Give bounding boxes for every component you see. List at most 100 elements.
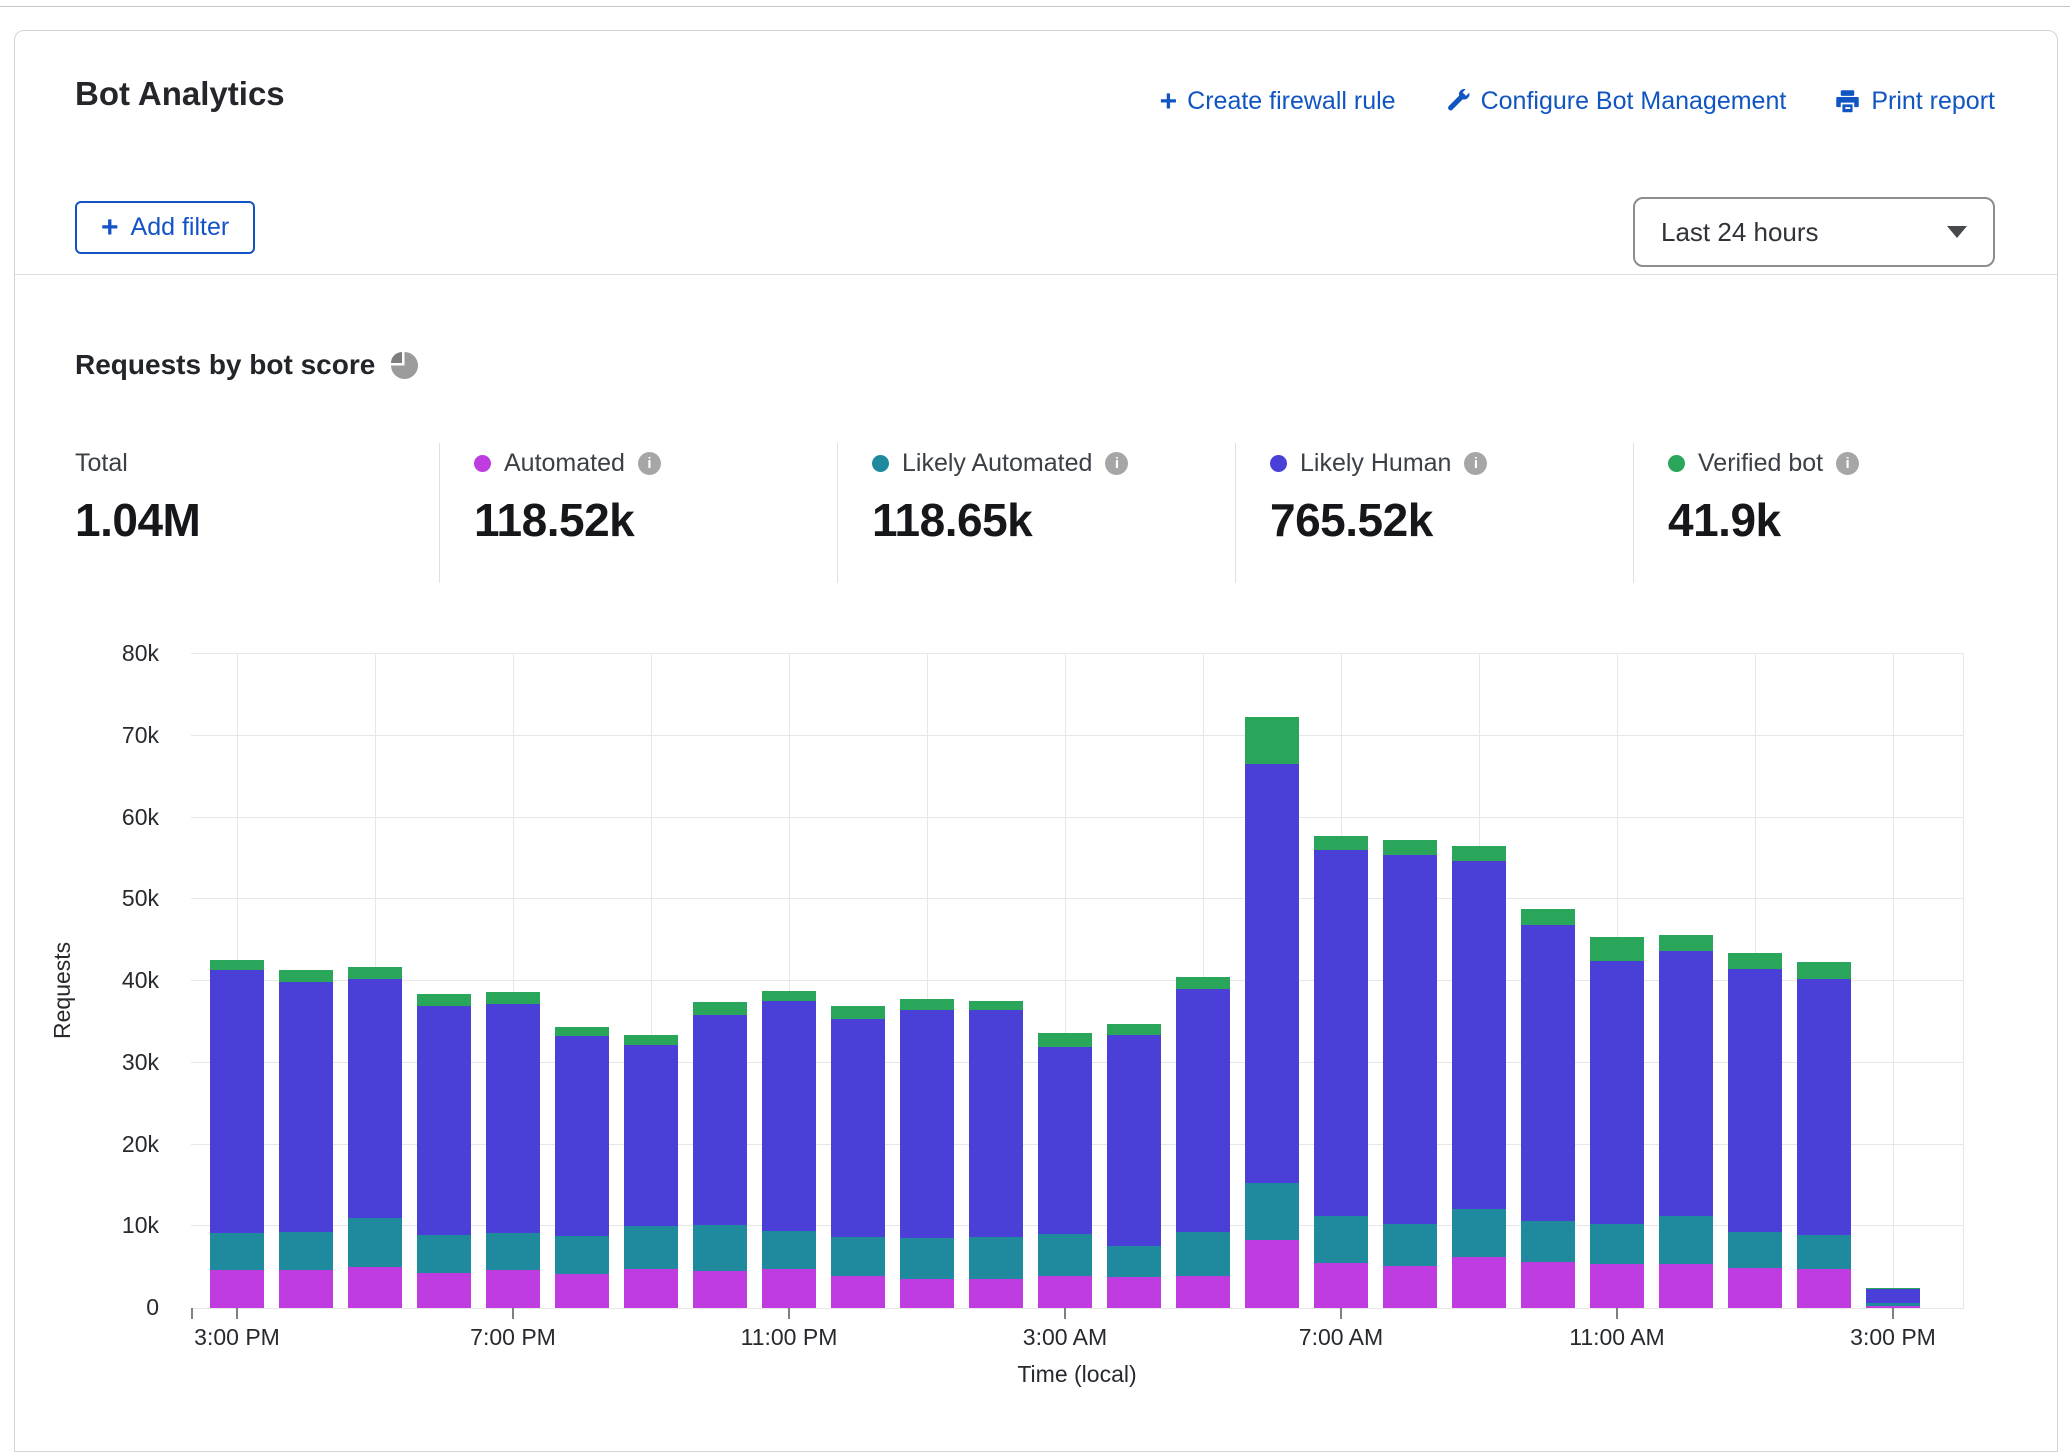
bar-segment-likely-human[interactable] [1797, 979, 1851, 1236]
bar-segment-likely-human[interactable] [1245, 764, 1299, 1183]
bar-segment-likely-automated[interactable] [1659, 1216, 1713, 1263]
bar-segment-likely-automated[interactable] [348, 1218, 402, 1267]
bar-segment-automated[interactable] [1176, 1276, 1230, 1308]
bar-segment-likely-automated[interactable] [762, 1231, 816, 1269]
bar-segment-likely-automated[interactable] [1176, 1232, 1230, 1276]
bar-segment-verified-bot[interactable] [1866, 1288, 1920, 1289]
bar-segment-verified-bot[interactable] [969, 1001, 1023, 1011]
bar-segment-verified-bot[interactable] [555, 1027, 609, 1036]
bar-segment-verified-bot[interactable] [1038, 1033, 1092, 1047]
create-firewall-rule-link[interactable]: + Create firewall rule [1160, 87, 1396, 116]
bar-segment-likely-automated[interactable] [1452, 1209, 1506, 1257]
bar-segment-automated[interactable] [1866, 1306, 1920, 1308]
bar-segment-automated[interactable] [900, 1279, 954, 1308]
info-icon[interactable]: i [1105, 452, 1128, 475]
bar-segment-verified-bot[interactable] [1383, 840, 1437, 856]
bar-segment-likely-human[interactable] [1728, 969, 1782, 1232]
bar-segment-verified-bot[interactable] [1728, 953, 1782, 969]
bar-segment-automated[interactable] [1521, 1262, 1575, 1308]
bar-segment-likely-automated[interactable] [1728, 1232, 1782, 1268]
bar-segment-likely-automated[interactable] [486, 1233, 540, 1271]
info-icon[interactable]: i [1836, 452, 1859, 475]
bar-segment-automated[interactable] [969, 1279, 1023, 1308]
bar-segment-automated[interactable] [624, 1269, 678, 1308]
bar-segment-likely-human[interactable] [1590, 961, 1644, 1223]
bar-segment-likely-automated[interactable] [831, 1237, 885, 1276]
bar-segment-automated[interactable] [1038, 1276, 1092, 1308]
bar-segment-likely-human[interactable] [1038, 1047, 1092, 1234]
bar-segment-verified-bot[interactable] [831, 1006, 885, 1018]
bar-segment-likely-human[interactable] [693, 1015, 747, 1226]
print-report-link[interactable]: Print report [1834, 87, 1995, 116]
bar-segment-verified-bot[interactable] [1176, 977, 1230, 989]
bar-segment-likely-human[interactable] [486, 1004, 540, 1233]
bar-segment-automated[interactable] [417, 1273, 471, 1308]
bar-segment-likely-human[interactable] [624, 1045, 678, 1226]
bar-segment-likely-human[interactable] [762, 1001, 816, 1231]
bar-segment-likely-automated[interactable] [624, 1226, 678, 1269]
bar-segment-automated[interactable] [279, 1270, 333, 1308]
bar-segment-verified-bot[interactable] [1314, 836, 1368, 851]
bar-segment-automated[interactable] [762, 1269, 816, 1308]
bar-segment-likely-automated[interactable] [1038, 1234, 1092, 1276]
bar-segment-verified-bot[interactable] [762, 991, 816, 1002]
bar-segment-verified-bot[interactable] [1521, 909, 1575, 925]
bar-segment-automated[interactable] [1383, 1266, 1437, 1308]
bar-segment-automated[interactable] [1314, 1263, 1368, 1308]
configure-bot-management-link[interactable]: Configure Bot Management [1444, 87, 1787, 116]
bar-segment-likely-human[interactable] [348, 979, 402, 1218]
bar-segment-automated[interactable] [1590, 1264, 1644, 1308]
bar-segment-verified-bot[interactable] [1452, 846, 1506, 861]
bar-segment-likely-automated[interactable] [1383, 1224, 1437, 1267]
bar-segment-likely-automated[interactable] [1866, 1303, 1920, 1305]
bar-segment-likely-automated[interactable] [210, 1233, 264, 1270]
bar-segment-likely-automated[interactable] [279, 1232, 333, 1270]
bar-segment-likely-human[interactable] [900, 1010, 954, 1238]
bar-segment-verified-bot[interactable] [486, 992, 540, 1004]
bar-segment-likely-human[interactable] [279, 982, 333, 1232]
bar-segment-automated[interactable] [486, 1270, 540, 1308]
bar-segment-likely-human[interactable] [1383, 855, 1437, 1224]
bar-segment-automated[interactable] [210, 1270, 264, 1308]
add-filter-button[interactable]: + Add filter [75, 201, 255, 254]
bar-segment-automated[interactable] [1797, 1269, 1851, 1308]
bar-segment-verified-bot[interactable] [693, 1002, 747, 1014]
bar-segment-likely-human[interactable] [1659, 951, 1713, 1217]
bar-segment-automated[interactable] [1107, 1277, 1161, 1308]
bar-segment-verified-bot[interactable] [1107, 1024, 1161, 1035]
bar-segment-automated[interactable] [831, 1276, 885, 1308]
info-icon[interactable]: i [638, 452, 661, 475]
bar-segment-likely-automated[interactable] [555, 1236, 609, 1274]
bar-segment-verified-bot[interactable] [279, 970, 333, 981]
bar-segment-verified-bot[interactable] [1245, 717, 1299, 764]
info-icon[interactable]: i [1464, 452, 1487, 475]
bar-segment-automated[interactable] [1452, 1257, 1506, 1308]
bar-segment-likely-human[interactable] [1866, 1288, 1920, 1303]
bar-segment-likely-automated[interactable] [1590, 1224, 1644, 1264]
bar-segment-likely-human[interactable] [555, 1036, 609, 1236]
bar-segment-verified-bot[interactable] [348, 967, 402, 979]
bar-segment-automated[interactable] [1659, 1264, 1713, 1308]
bar-segment-likely-automated[interactable] [969, 1237, 1023, 1279]
bar-segment-verified-bot[interactable] [624, 1035, 678, 1045]
bar-segment-automated[interactable] [693, 1271, 747, 1308]
time-range-select[interactable]: Last 24 hours [1633, 197, 1995, 267]
bar-segment-likely-human[interactable] [1521, 925, 1575, 1220]
bar-segment-verified-bot[interactable] [417, 994, 471, 1006]
bar-segment-likely-human[interactable] [417, 1006, 471, 1235]
bar-segment-verified-bot[interactable] [1797, 962, 1851, 978]
bar-segment-likely-automated[interactable] [1245, 1183, 1299, 1240]
bar-segment-verified-bot[interactable] [210, 960, 264, 971]
bar-segment-likely-automated[interactable] [693, 1225, 747, 1271]
bar-segment-automated[interactable] [348, 1267, 402, 1308]
bar-segment-verified-bot[interactable] [1590, 937, 1644, 962]
bar-segment-automated[interactable] [1728, 1268, 1782, 1308]
bar-segment-likely-human[interactable] [1452, 861, 1506, 1209]
bar-segment-likely-automated[interactable] [1521, 1221, 1575, 1263]
bar-segment-likely-automated[interactable] [1797, 1235, 1851, 1269]
bar-segment-automated[interactable] [1245, 1240, 1299, 1308]
bar-segment-likely-human[interactable] [1176, 989, 1230, 1232]
bar-segment-verified-bot[interactable] [900, 999, 954, 1010]
bar-segment-likely-human[interactable] [1107, 1035, 1161, 1246]
bar-segment-likely-automated[interactable] [417, 1235, 471, 1273]
